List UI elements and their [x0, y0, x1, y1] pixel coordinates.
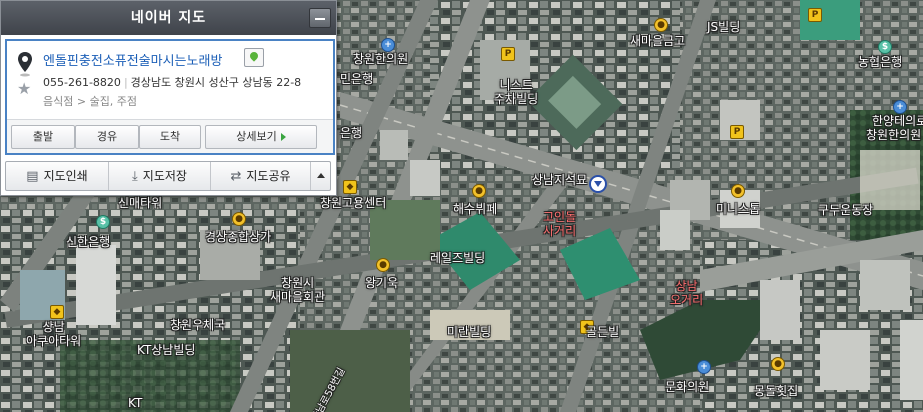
hospital-icon[interactable]: + — [893, 100, 907, 114]
collapse-toggle-button[interactable] — [310, 162, 330, 190]
restaurant-icon[interactable]: ● — [472, 184, 486, 198]
store-icon[interactable]: ◆ — [50, 305, 64, 319]
restaurant-icon[interactable]: ● — [771, 357, 785, 371]
hospital-icon[interactable]: + — [697, 360, 711, 374]
restaurant-icon[interactable]: ● — [654, 18, 668, 32]
map-label[interactable]: 왕기욱 — [365, 276, 398, 290]
map-label[interactable]: 창원고용센터 — [320, 196, 386, 210]
map-label[interactable]: 창원시 새마을회관 — [270, 276, 325, 304]
store-icon[interactable]: ◆ — [343, 180, 357, 194]
restaurant-icon[interactable]: ● — [731, 184, 745, 198]
map-label[interactable]: 신한은행 — [66, 235, 110, 249]
detail-view-button[interactable]: 상세보기 — [205, 125, 317, 149]
hospital-icon[interactable]: + — [381, 38, 395, 52]
share-map-button[interactable]: ⇄ 지도공유 — [210, 162, 310, 190]
route-arrive-button[interactable]: 도착 — [139, 125, 201, 149]
parking-icon[interactable]: P — [808, 8, 822, 22]
map-label[interactable]: KT — [128, 396, 142, 410]
map-label[interactable]: 해수뷔페 — [453, 202, 497, 216]
play-arrow-icon — [280, 133, 286, 141]
print-map-button[interactable]: ▤ 지도인쇄 — [6, 162, 108, 190]
star-icon[interactable]: ★ — [17, 81, 31, 97]
save-map-button[interactable]: ⤓ 지도저장 — [108, 162, 210, 190]
map-label[interactable]: 레일즈빌딩 — [430, 251, 485, 265]
map-label[interactable]: 창원한의원 — [353, 52, 408, 66]
map-label[interactable]: 신매타워 — [118, 196, 162, 210]
share-map-label: 지도공유 — [246, 169, 291, 183]
panel-title: 네이버 지도 — [130, 10, 207, 26]
map-label[interactable]: 은행 — [340, 126, 362, 140]
route-via-button[interactable]: 경유 — [75, 125, 139, 149]
parking-icon[interactable]: P — [730, 125, 744, 139]
map-label[interactable]: 구두운동장 — [818, 203, 873, 217]
map-label[interactable]: 상남 아쿠아타워 — [26, 320, 81, 348]
map-label[interactable]: 몽돌횟집 — [754, 384, 798, 398]
place-category: 음식점 > 술집, 주점 — [43, 95, 138, 108]
selected-place-marker[interactable] — [589, 175, 607, 193]
map-label[interactable]: 창원한의원 — [866, 128, 921, 142]
route-arrive-label: 도착 — [159, 130, 181, 143]
restaurant-icon[interactable]: ● — [232, 212, 246, 226]
map-label[interactable]: 골든빌 — [586, 325, 619, 339]
minimize-button[interactable] — [309, 8, 331, 28]
map-label[interactable]: 농협은행 — [858, 55, 902, 69]
place-info-panel: 네이버 지도 ★ 엔돌핀충전소퓨전술마시는노래방 055-261-8820 | 경상… — [0, 0, 337, 196]
separator: | — [123, 76, 128, 89]
printer-icon: ▤ — [26, 169, 39, 184]
map-label[interactable]: 미니스톱 — [716, 202, 760, 216]
share-icon: ⇄ — [230, 169, 242, 184]
parking-icon[interactable]: P — [501, 47, 515, 61]
map-toolbar: ▤ 지도인쇄 ⤓ 지도저장 ⇄ 지도공유 — [5, 161, 331, 191]
map-label[interactable]: 상남지석묘 — [532, 173, 587, 187]
map-label[interactable]: 문화의원 — [665, 380, 709, 394]
place-card: ★ 엔돌핀충전소퓨전술마시는노래방 055-261-8820 | 경상남도 창원시 … — [5, 39, 335, 155]
route-actions: 출발 경유 도착 상세보기 — [7, 119, 333, 153]
map-label[interactable]: KT상남빌딩 — [137, 343, 195, 357]
map-label[interactable]: JS빌딩 — [707, 20, 740, 34]
map-label[interactable]: 창원우체국 — [170, 318, 225, 332]
bank-icon[interactable]: $ — [878, 40, 892, 54]
map-label[interactable]: 상남 오거리 — [670, 279, 703, 307]
map-label[interactable]: 경상종합상가 — [205, 230, 271, 244]
print-map-label: 지도인쇄 — [43, 169, 88, 183]
place-address: 경상남도 창원시 성산구 상남동 22-8 — [130, 76, 302, 89]
map-label[interactable]: 새마을금고 — [630, 34, 685, 48]
bank-icon[interactable]: $ — [96, 215, 110, 229]
save-map-label: 지도저장 — [142, 169, 187, 183]
panel-title-bar: 네이버 지도 — [1, 1, 336, 35]
place-name-link[interactable]: 엔돌핀충전소퓨전술마시는노래방 — [43, 50, 222, 69]
place-phone: 055-261-8820 — [43, 76, 121, 89]
map-label[interactable]: 고인돌 사거리 — [543, 210, 576, 238]
map-marker-button[interactable] — [244, 48, 264, 67]
route-start-button[interactable]: 출발 — [11, 125, 75, 149]
place-contact: 055-261-8820 | 경상남도 창원시 성산구 상남동 22-8 — [43, 74, 301, 90]
restaurant-icon[interactable]: ● — [376, 258, 390, 272]
map-label[interactable]: 민은행 — [340, 72, 373, 86]
download-icon: ⤓ — [132, 169, 138, 184]
map-label[interactable]: 한양테의로 — [872, 114, 923, 128]
map-label[interactable]: 미란빌딩 — [447, 325, 491, 339]
detail-view-label: 상세보기 — [236, 130, 277, 143]
map-label[interactable]: 니스트 주차빌딩 — [494, 78, 538, 106]
route-via-label: 경유 — [96, 130, 118, 143]
map-pin-icon — [18, 52, 32, 77]
route-start-label: 출발 — [32, 130, 54, 143]
